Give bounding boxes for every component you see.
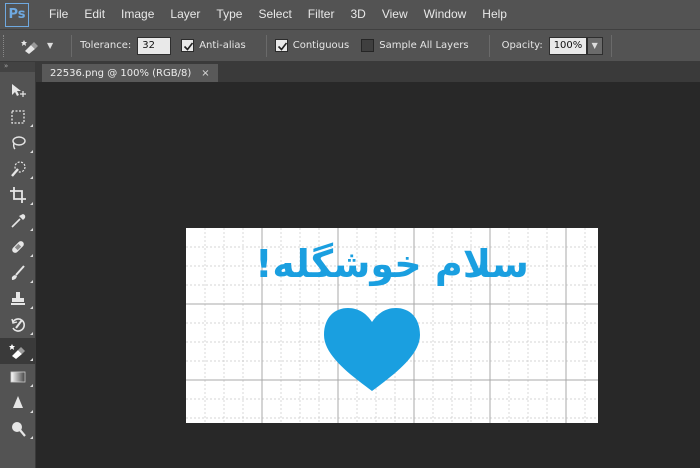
checkmark-icon xyxy=(277,42,287,51)
dodge-icon xyxy=(12,422,26,437)
separator xyxy=(71,34,73,57)
chevron-down-icon: ▼ xyxy=(591,41,598,50)
magic-eraser-icon xyxy=(9,344,25,359)
contiguous-label: Contiguous xyxy=(292,40,350,51)
blur-tool[interactable] xyxy=(0,390,36,416)
menu-edit[interactable]: Edit xyxy=(76,0,113,29)
options-grip[interactable] xyxy=(3,34,9,57)
antialias-checkbox[interactable] xyxy=(181,39,195,52)
blur-drop-icon xyxy=(13,396,23,408)
app-logo: Ps xyxy=(5,2,29,27)
menu-layer[interactable]: Layer xyxy=(162,0,208,29)
eyedropper-tool[interactable] xyxy=(0,208,36,234)
document-tab[interactable]: 22536.png @ 100% (RGB/8) × xyxy=(42,64,218,82)
history-brush-tool[interactable] xyxy=(0,312,36,338)
move-icon xyxy=(12,84,26,97)
sample-all-layers-checkbox[interactable] xyxy=(361,39,375,52)
brush-tool[interactable] xyxy=(0,260,36,286)
separator xyxy=(488,34,490,57)
menu-type[interactable]: Type xyxy=(208,0,250,29)
menu-image[interactable]: Image xyxy=(113,0,162,29)
sample-all-layers-label: Sample All Layers xyxy=(379,40,469,51)
crop-icon xyxy=(10,187,26,203)
gradient-icon xyxy=(10,371,26,383)
document-tab-bar: 22536.png @ 100% (RGB/8) × xyxy=(36,62,700,82)
bandage-icon xyxy=(12,241,24,253)
contiguous-checkbox[interactable] xyxy=(274,39,288,52)
separator xyxy=(265,34,267,57)
menu-3d[interactable]: 3D xyxy=(342,0,373,29)
lasso-tool[interactable] xyxy=(0,130,36,156)
history-brush-icon xyxy=(11,318,25,332)
document-tab-title: 22536.png @ 100% (RGB/8) xyxy=(50,67,192,79)
menu-help[interactable]: Help xyxy=(474,0,515,29)
checkmark-icon xyxy=(184,42,194,51)
dodge-tool[interactable] xyxy=(0,416,36,442)
options-bar: ▼ Tolerance: 32 Anti-alias Contiguous Sa… xyxy=(0,29,700,62)
document-canvas[interactable]: سلام خوشگله! xyxy=(186,228,598,423)
crop-tool[interactable] xyxy=(0,182,36,208)
antialias-option[interactable]: Anti-alias xyxy=(181,39,246,52)
preset-dropdown-icon[interactable]: ▼ xyxy=(47,41,53,50)
tolerance-label: Tolerance: xyxy=(80,40,132,51)
tools-panel-collapse[interactable]: » xyxy=(0,62,35,72)
tools-panel: » xyxy=(0,62,36,468)
tolerance-input[interactable]: 32 xyxy=(137,36,172,55)
lasso-icon xyxy=(12,136,26,150)
eyedropper-icon xyxy=(11,214,26,228)
menu-file[interactable]: File xyxy=(41,0,76,29)
menu-window[interactable]: Window xyxy=(416,0,475,29)
quick-selection-icon xyxy=(11,161,26,177)
separator xyxy=(610,34,612,57)
move-tool[interactable] xyxy=(0,78,36,104)
canvas-text: سلام خوشگله! xyxy=(255,242,529,286)
gradient-tool[interactable] xyxy=(0,364,36,390)
canvas-workspace[interactable]: سلام خوشگله! xyxy=(36,82,700,468)
stamp-icon xyxy=(11,292,25,305)
tool-preset-picker[interactable]: ▼ xyxy=(21,38,53,54)
menu-filter[interactable]: Filter xyxy=(300,0,343,29)
magic-eraser-tool[interactable] xyxy=(0,338,36,364)
menu-view[interactable]: View xyxy=(374,0,416,29)
opacity-dropdown-button[interactable]: ▼ xyxy=(586,36,603,55)
close-icon[interactable]: × xyxy=(201,68,209,79)
healing-brush-tool[interactable] xyxy=(0,234,36,260)
quick-selection-tool[interactable] xyxy=(0,156,36,182)
marquee-tool[interactable] xyxy=(0,104,36,130)
menu-bar: Ps File Edit Image Layer Type Select Fil… xyxy=(0,0,700,29)
menu-select[interactable]: Select xyxy=(250,0,299,29)
contiguous-option[interactable]: Contiguous xyxy=(274,39,350,52)
magic-eraser-icon xyxy=(21,39,38,54)
photoshop-window: Ps File Edit Image Layer Type Select Fil… xyxy=(0,0,700,468)
antialias-label: Anti-alias xyxy=(199,40,246,51)
opacity-label: Opacity: xyxy=(501,40,543,51)
opacity-input[interactable]: 100% xyxy=(548,36,587,55)
brush-icon xyxy=(11,265,25,280)
clone-stamp-tool[interactable] xyxy=(0,286,36,312)
marquee-icon xyxy=(11,110,25,124)
sample-all-layers-option[interactable]: Sample All Layers xyxy=(361,39,469,52)
